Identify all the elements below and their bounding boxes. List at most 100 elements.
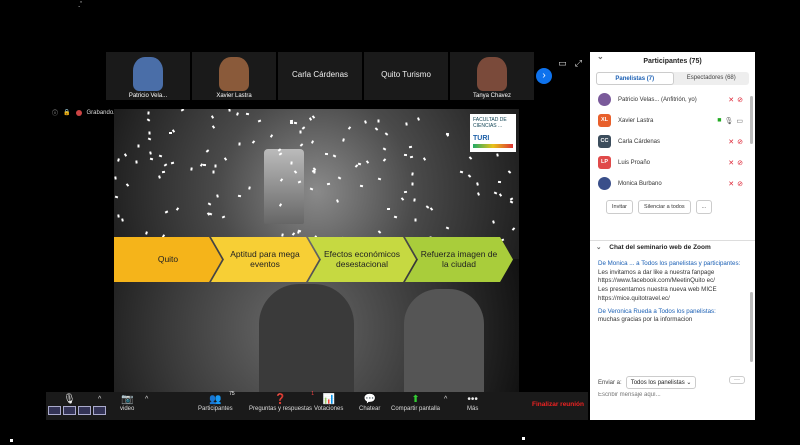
participant-row[interactable]: XL Xavier Lastra ■ 🎙 ▭ xyxy=(590,110,755,131)
confetti-piece xyxy=(135,160,138,164)
confetti-piece xyxy=(148,131,151,135)
send-to-label: Enviar a: xyxy=(598,379,622,386)
camera-off-icon: ⊘ xyxy=(737,96,743,104)
fullscreen-icon[interactable]: ⤢ xyxy=(575,58,582,69)
participant-tabs: Panelistas (7) Espectadores (68) xyxy=(596,72,749,85)
logo-title: FACULTAD DE CIENCIAS ... xyxy=(473,117,507,129)
avatar xyxy=(598,177,611,190)
thumb-1[interactable] xyxy=(48,406,61,415)
audio-options-caret[interactable]: ^ xyxy=(98,392,101,403)
window-controls: ▭ ⤢ xyxy=(558,58,582,69)
chevron-label: Refuerza imagen de la ciudad xyxy=(420,248,498,269)
chat-message-input[interactable] xyxy=(598,392,748,398)
more-button[interactable]: ••• Más xyxy=(467,392,478,412)
invite-button[interactable]: Invitar xyxy=(606,200,633,214)
confetti-piece xyxy=(299,130,302,134)
participant-status-icons: ■ 🎙 ▭ xyxy=(717,117,743,125)
thumb-2[interactable] xyxy=(63,406,76,415)
tab-panelists[interactable]: Panelistas (7) xyxy=(596,72,674,85)
video-tile[interactable]: Tanya Chavez xyxy=(450,52,534,100)
lock-icon[interactable]: 🔒 xyxy=(63,109,70,116)
video-tile[interactable]: Patricio Vela... xyxy=(106,52,190,100)
confetti-piece xyxy=(237,142,241,146)
confetti-piece xyxy=(313,170,316,174)
confetti-piece xyxy=(114,176,117,180)
send-to-select[interactable]: Todos los panelistas ⌄ xyxy=(625,376,697,389)
chat-message-text: muchas gracias por la informacion xyxy=(598,316,693,324)
chevron-step: Refuerza imagen de la ciudad xyxy=(405,237,513,282)
tab-attendees[interactable]: Espectadores (68) xyxy=(674,72,750,85)
video-tile[interactable]: Carla Cárdenas xyxy=(278,52,362,100)
avatar xyxy=(598,93,611,106)
participant-row[interactable]: LP Luis Proaño ✕ ⊘ xyxy=(590,152,755,173)
participant-row[interactable]: Monica Burbano ✕ ⊘ xyxy=(590,173,755,194)
confetti-piece xyxy=(158,154,163,158)
camera-off-icon: ⊘ xyxy=(737,138,743,146)
chevron-step: Quito xyxy=(114,237,222,282)
confetti-piece xyxy=(410,172,414,176)
avatar: CC xyxy=(598,135,611,148)
confetti-piece xyxy=(171,128,175,133)
polls-button[interactable]: 📊 Votaciones xyxy=(314,392,343,412)
mute-all-button[interactable]: Silenciar a todos xyxy=(637,200,691,214)
top-edge-scrap: .' xyxy=(78,0,82,9)
participants-scrollbar[interactable] xyxy=(750,96,753,144)
participant-actions: Invitar Silenciar a todos ... xyxy=(590,194,755,214)
camera-off-icon: 📷 xyxy=(120,394,134,405)
confetti-piece xyxy=(359,184,363,187)
chat-gap xyxy=(598,325,748,329)
chat-button[interactable]: 💬 Chatear xyxy=(359,392,380,412)
participant-name: Luis Proaño xyxy=(618,159,651,166)
participants-button[interactable]: 👥 75 Participantes xyxy=(198,391,235,412)
chat-message-sender: De Veronica Rueda a Todos los panelistas… xyxy=(598,307,716,315)
confetti-piece xyxy=(168,132,172,135)
participant-video xyxy=(133,57,163,91)
info-icon[interactable]: ⓘ xyxy=(52,108,58,117)
edge-mark xyxy=(10,439,13,442)
chat-more-button[interactable]: ··· xyxy=(729,376,745,384)
confetti-piece xyxy=(357,162,362,166)
share-options-caret[interactable]: ^ xyxy=(444,392,447,403)
chat-message-sender: De Monica ... a Todos los panelistas y p… xyxy=(598,260,741,267)
participant-status-icons: ✕ ⊘ xyxy=(728,180,743,188)
chevron-process: Quito Aptitud para mega eventos Efectos ec… xyxy=(114,237,519,282)
participant-video xyxy=(219,57,249,91)
video-tile[interactable]: Quito Turismo xyxy=(364,52,448,100)
video-tile-name: Quito Turismo xyxy=(381,70,431,79)
video-tile-name: Patricio Vela... xyxy=(128,93,168,99)
mic-button[interactable]: 🎙 xyxy=(63,392,76,406)
video-tile-name: Xavier Lastra xyxy=(216,93,252,99)
share-screen-icon: ⬆ xyxy=(411,394,420,405)
end-meeting-button[interactable]: Finalizar reunión xyxy=(532,401,584,408)
collapse-participants-icon[interactable]: ⌄ xyxy=(597,52,604,61)
trophy-image xyxy=(264,149,304,224)
qa-button[interactable]: ❓ 1 Preguntas y respuestas xyxy=(249,391,314,412)
participants-icon: 👥 xyxy=(209,394,222,405)
participant-row[interactable]: Patricio Velas... (Anfitrión, yo) ✕ ⊘ xyxy=(590,89,755,110)
confetti-piece xyxy=(203,163,207,166)
participant-row[interactable]: CC Carla Cárdenas ✕ ⊘ xyxy=(590,131,755,152)
meeting-toolbar: 🎙 ^ 📷 video ^ 👥 75 Participantes ❓ 1 Pre… xyxy=(46,391,588,420)
view-icon[interactable]: ▭ xyxy=(558,58,567,69)
thumb-4[interactable] xyxy=(93,406,106,415)
chevron-step: Aptitud para mega eventos xyxy=(211,237,319,282)
more-icon: ••• xyxy=(467,394,478,405)
video-options-caret[interactable]: ^ xyxy=(145,392,148,403)
thumb-3[interactable] xyxy=(78,406,91,415)
next-page-icon[interactable]: › xyxy=(536,68,552,84)
chat-message-text: https://www.facebook.com/MeetinQuito ec/ xyxy=(598,277,715,285)
share-screen-button[interactable]: ⬆ Compartir pantalla xyxy=(391,392,440,412)
collapse-chat-icon[interactable]: ⌄ xyxy=(596,244,601,251)
confetti-piece xyxy=(235,112,239,116)
participants-more-button[interactable]: ... xyxy=(695,200,713,214)
mic-muted-icon: ✕ xyxy=(728,138,735,146)
video-tile[interactable]: Xavier Lastra xyxy=(192,52,276,100)
confetti-piece xyxy=(227,109,231,112)
qa-label: Preguntas y respuestas xyxy=(249,406,313,412)
participant-name: Patricio Velas... (Anfitrión, yo) xyxy=(618,96,697,103)
chat-scrollbar[interactable] xyxy=(750,292,753,362)
video-button[interactable]: 📷 video xyxy=(120,392,134,412)
faculty-logo: FACULTAD DE CIENCIAS ... TURI xyxy=(470,114,516,152)
participants-header: ⌄ Participantes (75) xyxy=(590,52,755,72)
confetti-piece xyxy=(363,120,367,124)
